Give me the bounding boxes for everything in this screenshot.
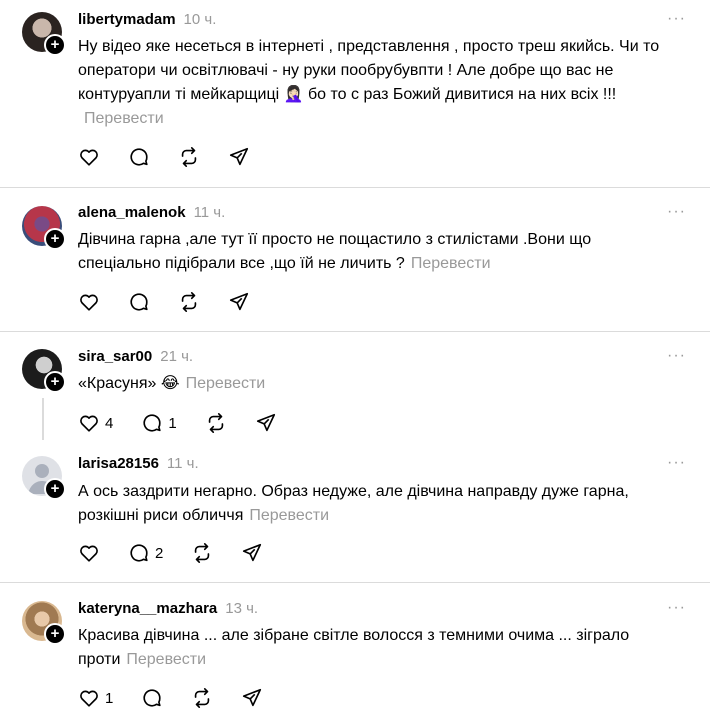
avatar[interactable]: + <box>22 206 66 250</box>
heart-icon <box>80 149 98 166</box>
avatar[interactable]: + <box>22 349 66 393</box>
follow-plus-icon[interactable]: + <box>44 623 66 645</box>
comment-icon <box>130 293 148 311</box>
like-button[interactable] <box>78 291 100 313</box>
comment-icon <box>143 689 161 707</box>
share-button[interactable] <box>241 542 263 564</box>
share-icon <box>256 413 275 432</box>
action-bar <box>78 290 278 314</box>
timestamp: 21 ч. <box>160 348 194 365</box>
comment-text: Ну відео яке несеться в інтернеті , пред… <box>78 38 660 127</box>
like-count: 1 <box>105 689 114 707</box>
share-icon <box>229 147 249 166</box>
reply-count: 2 <box>155 544 164 562</box>
repost-button[interactable] <box>205 412 227 434</box>
timestamp: 11 ч. <box>193 204 226 221</box>
reply-button[interactable]: 2 <box>128 542 163 564</box>
share-button[interactable] <box>241 687 263 709</box>
timestamp: 13 ч. <box>225 600 259 617</box>
repost-button[interactable] <box>191 542 213 564</box>
reply-button[interactable] <box>141 687 163 709</box>
action-bar: 4 1 <box>78 411 305 435</box>
translate-link[interactable]: Перевести <box>126 651 206 668</box>
timestamp: 10 ч. <box>183 11 217 28</box>
username[interactable]: kateryna__mazhara 13 ч. <box>78 600 258 617</box>
avatar[interactable]: + <box>22 456 66 500</box>
heart-icon <box>80 545 98 562</box>
like-button[interactable] <box>78 146 100 168</box>
repost-icon <box>181 147 197 167</box>
reply-button[interactable] <box>128 291 150 313</box>
like-button[interactable]: 1 <box>78 687 113 709</box>
more-icon[interactable]: ··· <box>667 203 686 221</box>
heart-icon <box>80 690 98 707</box>
username[interactable]: libertymadam 10 ч. <box>78 11 216 28</box>
username[interactable]: alena_malenok 11 ч. <box>78 204 225 221</box>
like-button[interactable] <box>78 542 100 564</box>
more-icon[interactable]: ··· <box>667 454 686 472</box>
translate-link[interactable]: Перевести <box>411 255 491 272</box>
repost-icon <box>195 688 210 708</box>
divider <box>0 187 710 188</box>
username[interactable]: larisa28156 11 ч. <box>78 455 199 472</box>
follow-plus-icon[interactable]: + <box>44 34 66 56</box>
repost-button[interactable] <box>191 687 213 709</box>
reply-count: 1 <box>168 414 177 432</box>
share-icon <box>229 292 249 311</box>
avatar[interactable]: + <box>22 12 66 56</box>
share-icon <box>243 688 262 707</box>
repost-button[interactable] <box>178 291 200 313</box>
action-bar: 1 <box>78 686 291 710</box>
comment-text: Красива дівчина ... але зібране світле в… <box>78 627 630 668</box>
more-icon[interactable]: ··· <box>667 599 686 617</box>
username[interactable]: sira_sar00 21 ч. <box>78 348 193 365</box>
translate-link[interactable]: Перевести <box>84 110 164 127</box>
thread-line <box>42 398 44 440</box>
repost-icon <box>208 413 223 433</box>
divider <box>0 331 710 332</box>
comment-text: «Красуня» 😂 Перевести <box>78 375 266 392</box>
more-icon[interactable]: ··· <box>667 10 686 28</box>
like-button[interactable]: 4 <box>78 412 113 434</box>
comment-text: Дівчина гарна ,але тут її просто не поща… <box>78 231 592 272</box>
repost-icon <box>181 292 197 312</box>
divider <box>0 582 710 583</box>
share-button[interactable] <box>228 146 250 168</box>
repost-button[interactable] <box>178 146 200 168</box>
heart-icon <box>80 294 98 311</box>
comment-icon <box>130 148 148 166</box>
follow-plus-icon[interactable]: + <box>44 371 66 393</box>
avatar[interactable]: + <box>22 601 66 645</box>
comment-icon <box>143 414 161 432</box>
timestamp: 11 ч. <box>166 455 199 472</box>
action-bar <box>78 145 278 169</box>
more-icon[interactable]: ··· <box>667 347 686 365</box>
like-count: 4 <box>105 414 114 432</box>
share-icon <box>243 543 262 562</box>
follow-plus-icon[interactable]: + <box>44 478 66 500</box>
repost-icon <box>195 543 210 563</box>
share-button[interactable] <box>255 412 277 434</box>
follow-plus-icon[interactable]: + <box>44 228 66 250</box>
comment-icon <box>130 544 148 562</box>
translate-link[interactable]: Перевести <box>186 375 266 392</box>
translate-link[interactable]: Перевести <box>249 507 329 524</box>
share-button[interactable] <box>228 291 250 313</box>
reply-button[interactable] <box>128 146 150 168</box>
heart-icon <box>80 415 98 432</box>
reply-button[interactable]: 1 <box>141 412 177 434</box>
action-bar: 2 <box>78 541 291 565</box>
comment-text: А ось заздрити негарно. Образ недуже, ал… <box>78 483 629 524</box>
